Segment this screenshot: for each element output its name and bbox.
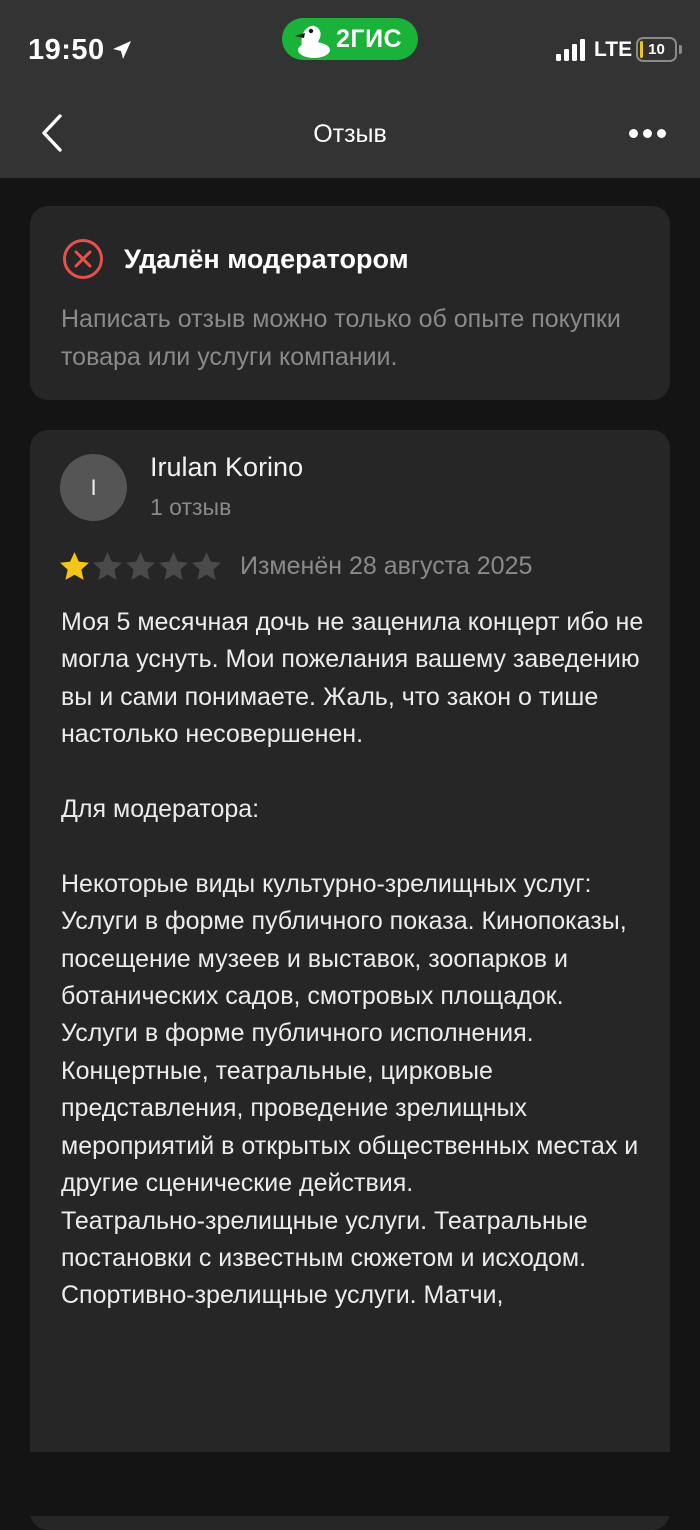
author-review-count: 1 отзыв bbox=[150, 494, 232, 520]
page-title: Отзыв bbox=[313, 120, 387, 148]
star-empty-icon bbox=[159, 552, 188, 580]
battery-tip bbox=[679, 45, 682, 54]
notice-text: Написать отзыв можно только об опыте пок… bbox=[61, 305, 621, 371]
star-filled-icon bbox=[60, 552, 89, 580]
star-rating bbox=[58, 550, 223, 584]
bottom-area bbox=[0, 1452, 700, 1516]
signal-icon bbox=[556, 39, 585, 61]
brand-badge[interactable]: 2ГИС bbox=[282, 18, 418, 60]
more-dot bbox=[643, 129, 652, 138]
more-options-icon[interactable] bbox=[624, 118, 670, 148]
review-text: Моя 5 месячная дочь не заценила концерт … bbox=[61, 608, 644, 1310]
edited-date: Изменён 28 августа 2025 bbox=[240, 552, 533, 580]
more-dot bbox=[629, 129, 638, 138]
brand-label: 2ГИС bbox=[336, 25, 403, 53]
location-arrow-icon bbox=[113, 41, 131, 59]
notice-title: Удалён модератором bbox=[124, 244, 409, 274]
network-type: LTE bbox=[594, 38, 633, 61]
avatar[interactable]: I bbox=[60, 454, 127, 521]
more-dot bbox=[657, 129, 666, 138]
star-empty-icon bbox=[126, 552, 155, 580]
battery-level: 10 bbox=[648, 41, 665, 58]
status-time: 19:50 bbox=[28, 34, 105, 66]
review-card: I Irulan Korino 1 отзыв Изменён 28 авгус… bbox=[30, 430, 670, 1530]
status-bar: 19:50 2ГИС LTE 10 bbox=[0, 0, 700, 100]
author-name[interactable]: Irulan Korino bbox=[150, 452, 303, 483]
star-empty-icon bbox=[192, 552, 221, 580]
battery-icon: 10 bbox=[636, 37, 677, 62]
star-empty-icon bbox=[93, 552, 122, 580]
duck-logo-icon bbox=[295, 25, 330, 58]
top-bar: 19:50 2ГИС LTE 10 Отзыв bbox=[0, 0, 700, 178]
x-circle-icon bbox=[63, 239, 103, 279]
moderation-notice: Удалён модератором Написать отзыв можно … bbox=[30, 206, 670, 400]
